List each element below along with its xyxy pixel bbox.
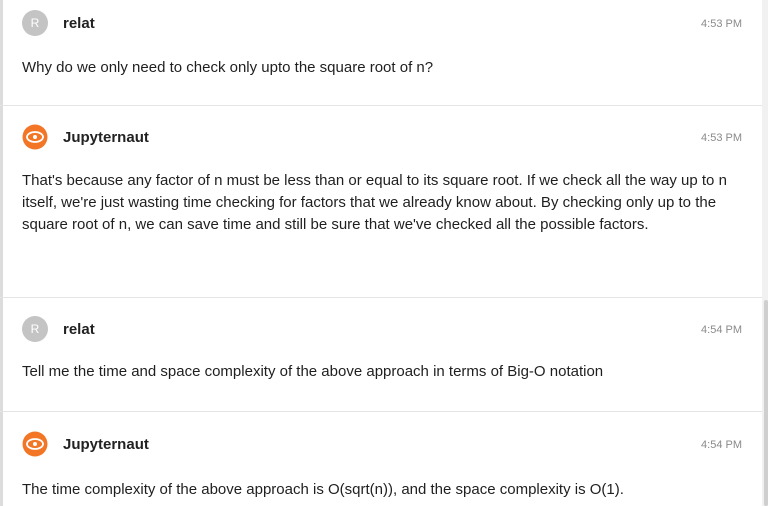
message-text: That's because any factor of n must be l… xyxy=(22,172,727,233)
message-header: Jupyternaut 4:53 PM xyxy=(22,124,742,152)
message-timestamp: 4:53 PM xyxy=(701,132,742,144)
message-left-bar xyxy=(0,0,3,105)
user-avatar: R xyxy=(22,10,48,36)
message-author: Jupyternaut xyxy=(63,129,149,146)
message-header: Jupyternaut 4:54 PM xyxy=(22,431,742,459)
scrollbar-thumb[interactable] xyxy=(764,300,768,506)
chat-message-list: R relat 4:53 PM Why do we only need to c… xyxy=(0,0,762,506)
jupyter-logo-icon xyxy=(22,124,48,150)
message-left-bar xyxy=(0,298,3,411)
message-header: R relat 4:53 PM xyxy=(22,10,742,38)
message-text: Tell me the time and space complexity of… xyxy=(22,363,604,380)
message-text: The time complexity of the above approac… xyxy=(22,481,624,498)
chat-message-assistant: Jupyternaut 4:54 PM The time complexity … xyxy=(0,412,762,506)
message-timestamp: 4:54 PM xyxy=(701,324,742,336)
jupyter-logo-icon xyxy=(22,431,48,457)
chat-message-user: R relat 4:53 PM Why do we only need to c… xyxy=(0,0,762,106)
message-left-bar xyxy=(0,412,3,506)
chat-message-user: R relat 4:54 PM Tell me the time and spa… xyxy=(0,298,762,412)
message-text: Why do we only need to check only upto t… xyxy=(22,59,434,76)
message-header: R relat 4:54 PM xyxy=(22,316,742,344)
message-author: relat xyxy=(63,15,95,32)
message-timestamp: 4:53 PM xyxy=(701,18,742,30)
chat-message-assistant: Jupyternaut 4:53 PM That's because any f… xyxy=(0,106,762,298)
message-author: Jupyternaut xyxy=(63,436,149,453)
message-timestamp: 4:54 PM xyxy=(701,439,742,451)
scrollbar-track[interactable] xyxy=(762,0,768,506)
user-avatar: R xyxy=(22,316,48,342)
message-left-bar xyxy=(0,106,3,297)
message-author: relat xyxy=(63,321,95,338)
